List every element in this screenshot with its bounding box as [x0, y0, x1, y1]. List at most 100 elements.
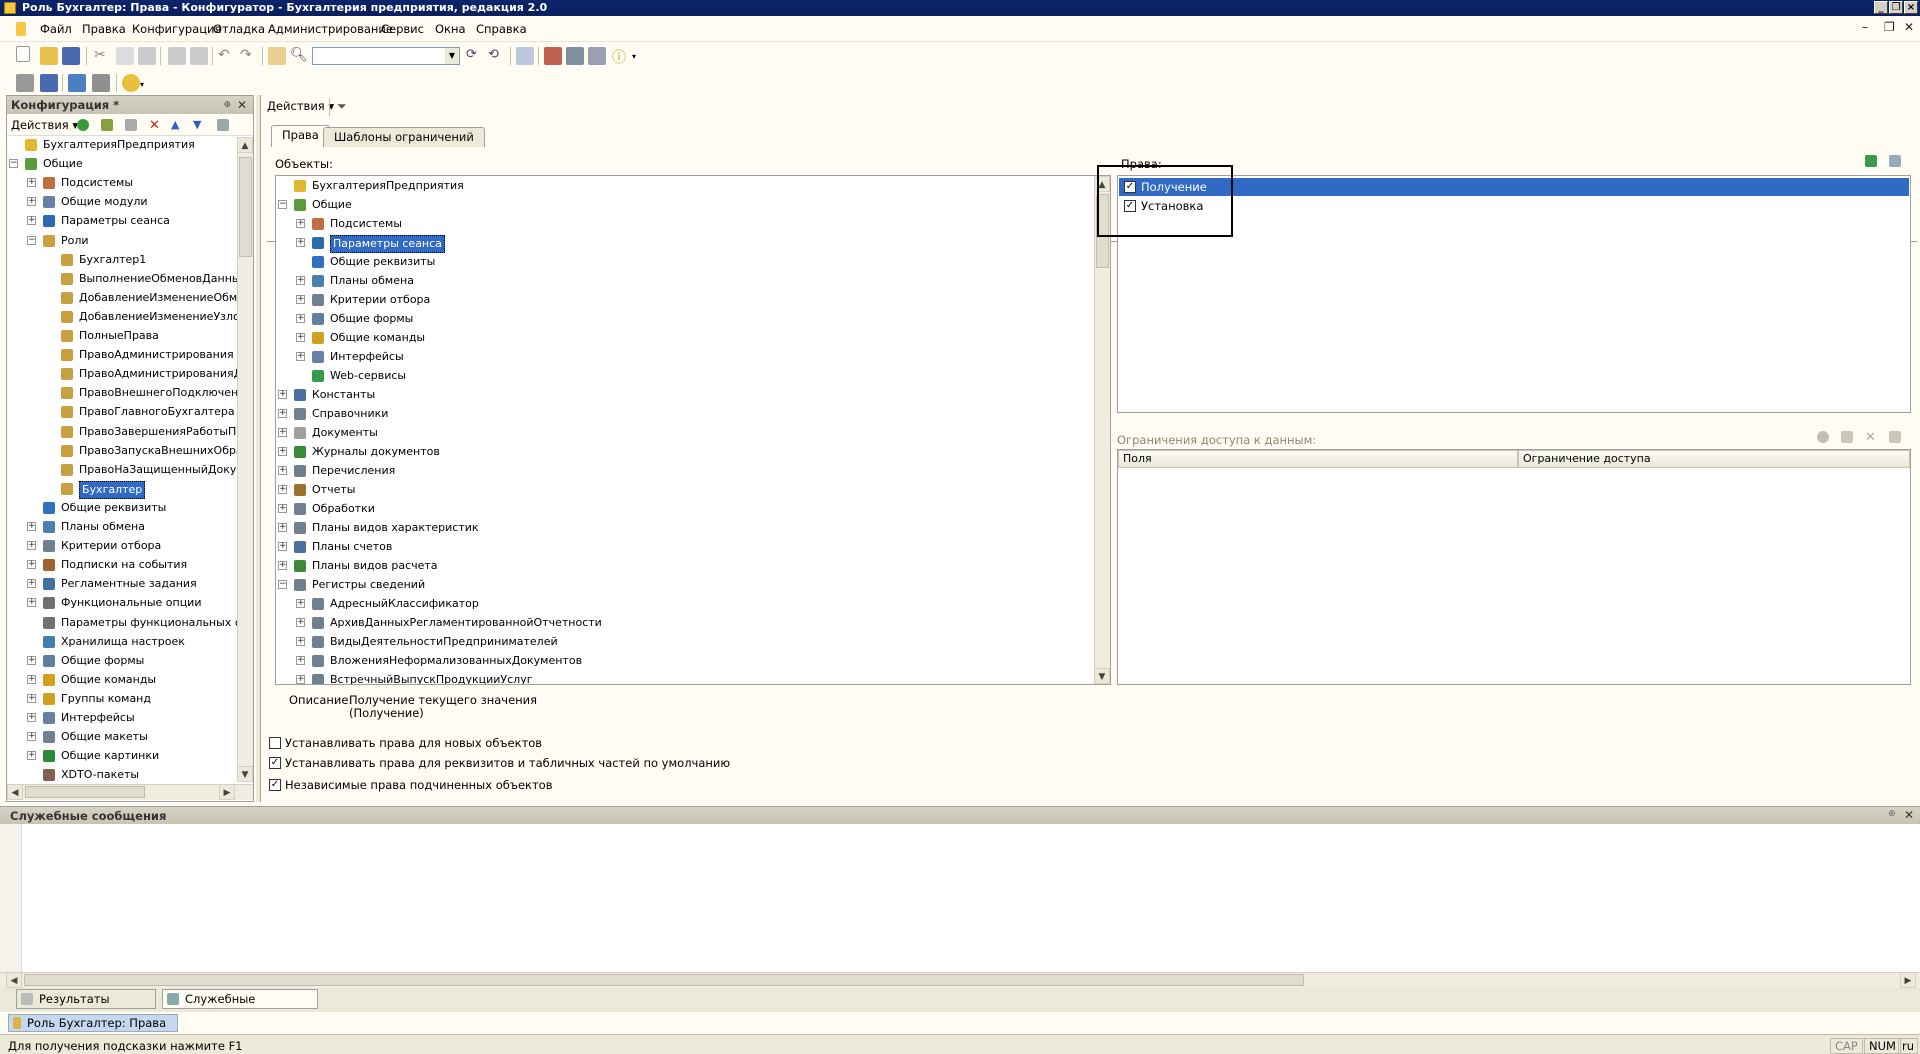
tree-item[interactable]: + Подсистемы [276, 216, 1094, 232]
syntax-helper-icon[interactable] [544, 47, 562, 65]
menu-item-2[interactable]: Конфигурация [132, 22, 221, 36]
expand-icon[interactable]: + [296, 637, 305, 646]
expand-icon[interactable]: + [278, 447, 287, 456]
db-update-icon[interactable] [68, 74, 86, 92]
expand-icon[interactable]: + [27, 522, 36, 531]
tree-item[interactable]: + Интерфейсы [276, 349, 1094, 365]
collapse-icon[interactable]: − [27, 235, 36, 245]
tree-item[interactable]: + Критерии отбора [7, 538, 237, 554]
expand-icon[interactable]: + [278, 542, 287, 551]
chevron-down-icon[interactable]: ▼ [445, 48, 459, 64]
filter-icon[interactable]: ⏷ [337, 99, 349, 113]
pin-icon[interactable]: ⊕ [1888, 809, 1896, 819]
expand-icon[interactable]: + [278, 504, 287, 513]
scroll-up-icon[interactable]: ▲ [237, 137, 253, 153]
tree-item[interactable]: ДобавлениеИзменениеОбменов [7, 290, 237, 306]
expand-icon[interactable]: + [27, 560, 36, 570]
tree-item[interactable]: Общие реквизиты [276, 254, 1094, 270]
uncheck-all-icon[interactable] [1889, 155, 1901, 167]
paste-icon[interactable] [138, 47, 156, 65]
expand-icon[interactable]: + [27, 579, 36, 589]
menu-item-3[interactable]: Отладка [213, 22, 265, 36]
edit-restriction-icon[interactable] [1841, 431, 1853, 443]
tree-item[interactable]: + Параметры сеанса [7, 213, 237, 229]
menu-item-5[interactable]: Сервис [381, 22, 424, 36]
collapse-icon[interactable]: − [278, 580, 287, 589]
menu-item-7[interactable]: Справка [476, 22, 527, 36]
tree-item[interactable]: + Отчеты [276, 482, 1094, 498]
open-icon[interactable] [40, 47, 58, 65]
expand-icon[interactable]: + [278, 409, 287, 418]
tree-item[interactable]: + Общие картинки [7, 748, 237, 764]
expand-icon[interactable]: + [296, 295, 305, 304]
search-combo[interactable]: ▼ [312, 47, 460, 65]
tree-item[interactable]: + Общие команды [7, 672, 237, 688]
menu-item-4[interactable]: Администрирование [268, 22, 393, 36]
expand-icon[interactable]: + [27, 197, 36, 207]
tree-item[interactable]: ПолныеПрава [7, 328, 237, 344]
tree-item[interactable]: + Планы обмена [7, 519, 237, 535]
tree-item[interactable]: − Общие [7, 156, 237, 172]
expand-icon[interactable]: + [296, 219, 305, 228]
expand-icon[interactable]: + [296, 656, 305, 665]
scroll-thumb[interactable] [239, 157, 252, 257]
option-checkbox[interactable]: ✓ [269, 757, 281, 769]
expand-icon[interactable]: + [296, 333, 305, 342]
add-restriction-icon[interactable] [1817, 431, 1829, 443]
hscroll-thumb[interactable] [24, 974, 1304, 986]
tree-item[interactable]: Хранилища настроек [7, 634, 237, 650]
column-fields[interactable]: Поля [1118, 450, 1518, 468]
windows-icon[interactable] [516, 47, 534, 65]
help-contents-icon[interactable] [566, 47, 584, 65]
tree-item[interactable]: + Справочники [276, 406, 1094, 422]
expand-icon[interactable]: + [27, 732, 36, 742]
scroll-left-icon[interactable]: ◀ [7, 784, 23, 800]
expand-icon[interactable]: + [27, 674, 36, 684]
tree-item[interactable]: ПравоГлавногоБухгалтера [7, 404, 237, 420]
expand-icon[interactable]: + [296, 276, 305, 285]
tree-item[interactable]: ПравоАдминистрирования [7, 347, 237, 363]
tree-item[interactable]: Web-сервисы [276, 368, 1094, 384]
new-icon[interactable] [16, 46, 30, 62]
expand-icon[interactable]: + [27, 598, 36, 608]
panel-close-icon[interactable]: ✕ [237, 96, 247, 114]
tree-item[interactable]: Бухгалтер1 [7, 252, 237, 268]
hscroll-thumb[interactable] [25, 786, 145, 798]
expand-icon[interactable]: + [296, 238, 305, 247]
menu-item-0[interactable]: Файл [40, 22, 72, 36]
mdi-minimize-icon[interactable]: – [1862, 20, 1868, 34]
tree-item[interactable]: Бухгалтер [7, 480, 237, 499]
delete-icon[interactable]: ✕ [149, 118, 161, 133]
right-item[interactable]: ✓ Установка [1119, 197, 1909, 215]
config-tree-hscroll[interactable]: ◀ ▶ [7, 784, 253, 800]
tab-search-results[interactable]: Результаты поиска [16, 989, 156, 1024]
window-tab-role[interactable]: Роль Бухгалтер: Права [8, 1014, 178, 1032]
help-index-icon[interactable] [588, 47, 606, 65]
maximize-button[interactable]: ❐ [1889, 1, 1903, 14]
tree-item[interactable]: + Планы видов характеристик [276, 520, 1094, 536]
move-down-icon[interactable]: ▼ [193, 118, 205, 131]
tree-item[interactable]: БухгалтерияПредприятия [276, 178, 1094, 194]
expand-icon[interactable]: + [27, 713, 36, 722]
actions-menu[interactable]: Действия ▾ [11, 118, 78, 132]
scroll-right-icon[interactable]: ▶ [219, 784, 235, 800]
tree-item[interactable]: ПравоНаЗащищенныйДокум [7, 462, 237, 478]
expand-icon[interactable]: + [27, 178, 36, 188]
save-icon[interactable] [62, 47, 80, 65]
option-row[interactable]: ✓ Независимые права подчиненных объектов [269, 777, 969, 793]
expand-icon[interactable]: + [296, 599, 305, 608]
tree-item[interactable]: XDTO-пакеты [7, 767, 237, 782]
tree-item[interactable]: + Общие формы [7, 653, 237, 669]
tree-item[interactable]: + Общие команды [276, 330, 1094, 346]
tree-item[interactable]: + Функциональные опции [7, 595, 237, 611]
scroll-right-icon[interactable]: ▶ [1900, 972, 1916, 988]
tree-item[interactable]: + Регламентные задания [7, 576, 237, 592]
tree-item[interactable]: − Общие [276, 197, 1094, 213]
tree-item[interactable]: + Общие макеты [7, 729, 237, 745]
search-icon[interactable]: 🔍︎ [290, 47, 308, 65]
tree-item[interactable]: + Документы [276, 425, 1094, 441]
tree-item[interactable]: + Константы [276, 387, 1094, 403]
tree-item[interactable]: + Планы видов расчета [276, 558, 1094, 574]
tab-service-messages[interactable]: Служебные сообщения [162, 989, 318, 1024]
sort-icon[interactable] [217, 119, 229, 131]
